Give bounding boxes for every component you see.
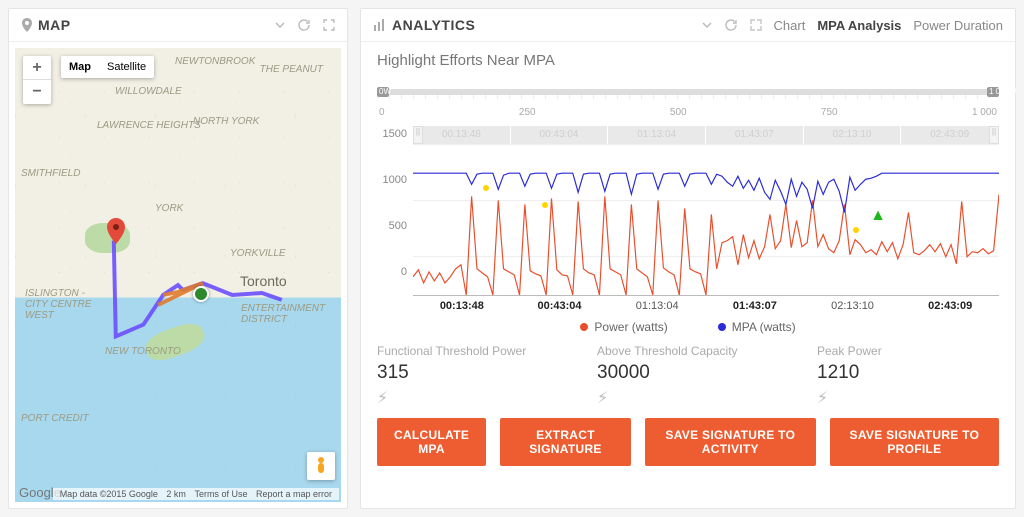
- analytics-panel: ANALYTICS Chart MPA Analysis Power Durat…: [360, 8, 1016, 509]
- metric-peak: Peak Power 1210 ⚡︎: [817, 344, 997, 408]
- save-to-profile-button[interactable]: SAVE SIGNATURE TO PROFILE: [830, 418, 999, 466]
- map-header: MAP: [9, 9, 347, 42]
- effort-slider[interactable]: 0W 1 000W: [377, 73, 999, 107]
- map-panel: MAP NEWTONBROOK WILLOWDALE THE PEANUT LA…: [8, 8, 348, 509]
- time-selection-band[interactable]: 00:13:48 00:43:04 01:13:04 01:43:07 02:1…: [413, 126, 999, 144]
- effort-marker: [542, 202, 548, 208]
- tab-chart[interactable]: Chart: [774, 18, 806, 33]
- expand-icon[interactable]: [750, 19, 762, 31]
- tab-mpa-analysis[interactable]: MPA Analysis: [817, 18, 901, 33]
- save-to-activity-button[interactable]: SAVE SIGNATURE TO ACTIVITY: [645, 418, 816, 466]
- time-band-handle-right[interactable]: ||: [989, 126, 999, 144]
- metrics-row: Functional Threshold Power 315 ⚡︎ Above …: [377, 338, 999, 418]
- analytics-title-text: ANALYTICS: [392, 17, 475, 33]
- route-line: [15, 48, 341, 502]
- bar-chart-icon: [373, 19, 387, 31]
- map-view-satellite[interactable]: Satellite: [99, 56, 154, 78]
- map-zoom-out[interactable]: −: [23, 80, 51, 104]
- pin-icon: [21, 18, 33, 32]
- refresh-icon[interactable]: [725, 19, 738, 31]
- power-chart: 1500 1000 500 0 00:13:48 00:43:04 01:13:…: [377, 126, 999, 296]
- collapse-icon[interactable]: [701, 19, 713, 31]
- y-axis: 1500 1000 500 0: [377, 126, 413, 296]
- legend-mpa: MPA (watts): [718, 320, 796, 334]
- extract-signature-button[interactable]: EXTRACT SIGNATURE: [500, 418, 631, 466]
- map-canvas[interactable]: NEWTONBROOK WILLOWDALE THE PEANUT LAWREN…: [15, 48, 341, 502]
- metric-atc: Above Threshold Capacity 30000 ⚡︎: [597, 344, 777, 408]
- map-title: MAP: [21, 17, 71, 33]
- map-zoom: + −: [23, 56, 51, 104]
- marker-icon: ▲: [870, 207, 886, 225]
- action-buttons: CALCULATE MPA EXTRACT SIGNATURE SAVE SIG…: [377, 418, 999, 466]
- expand-icon[interactable]: [323, 19, 335, 31]
- effort-marker: [853, 227, 859, 233]
- metric-ftp: Functional Threshold Power 315 ⚡︎: [377, 344, 557, 408]
- chart-legend: Power (watts) MPA (watts): [377, 312, 999, 338]
- start-pin-icon: [107, 218, 125, 244]
- x-axis: 00:13:48 00:43:04 01:13:04 01:43:07 02:1…: [413, 296, 999, 312]
- lightning-icon: ⚡︎: [597, 388, 777, 408]
- analytics-header: ANALYTICS Chart MPA Analysis Power Durat…: [361, 9, 1015, 42]
- analytics-title: ANALYTICS: [373, 17, 475, 33]
- end-marker: [193, 286, 209, 302]
- map-view-map[interactable]: Map: [61, 56, 99, 78]
- map-title-text: MAP: [38, 17, 71, 33]
- calculate-mpa-button[interactable]: CALCULATE MPA: [377, 418, 486, 466]
- collapse-icon[interactable]: [274, 19, 286, 31]
- chart-plot-area[interactable]: [413, 144, 999, 295]
- tab-power-duration[interactable]: Power Duration: [913, 18, 1003, 33]
- legend-power: Power (watts): [580, 320, 667, 334]
- lightning-icon: ⚡︎: [377, 388, 557, 408]
- lightning-icon: ⚡︎: [817, 388, 997, 408]
- refresh-icon[interactable]: [298, 19, 311, 31]
- streetview-pegman[interactable]: [307, 452, 335, 480]
- slider-title: Highlight Efforts Near MPA: [377, 52, 999, 69]
- map-type-toggle[interactable]: Map Satellite: [61, 56, 154, 78]
- time-band-handle-left[interactable]: ||: [413, 126, 423, 144]
- map-zoom-in[interactable]: +: [23, 56, 51, 80]
- map-attribution: Map data ©2015 Google 2 km Terms of Use …: [53, 488, 339, 500]
- slider-max-handle[interactable]: 1 000W: [987, 87, 999, 97]
- slider-min-handle[interactable]: 0W: [377, 87, 389, 97]
- slider-tick-labels: 0 250 500 750 1 000: [377, 107, 999, 118]
